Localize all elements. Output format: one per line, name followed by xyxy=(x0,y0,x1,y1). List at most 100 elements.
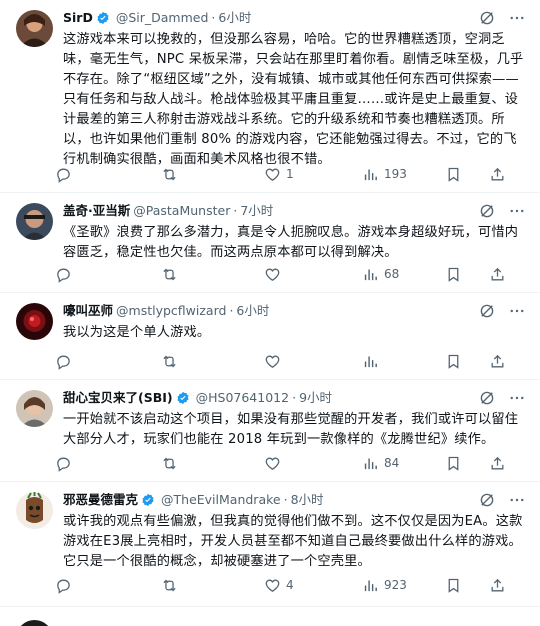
reply-icon xyxy=(57,268,70,283)
tweet[interactable]: 甜心宝贝来了(SBI) @HS07641012 · 9小时 一开始就不该启动这个… xyxy=(0,380,540,482)
author-name[interactable]: SirD xyxy=(63,9,93,27)
author-handle[interactable]: @mstlypcflwizard xyxy=(116,302,226,320)
avatar[interactable] xyxy=(16,492,53,529)
repost-icon xyxy=(163,457,176,469)
bookmark-icon xyxy=(448,267,459,282)
views-button[interactable]: 68 xyxy=(362,264,399,284)
bookmark-button[interactable] xyxy=(445,453,462,473)
views-icon xyxy=(364,458,377,469)
verified-badge-icon xyxy=(141,493,155,507)
view-count: 68 xyxy=(384,267,400,281)
reply-icon xyxy=(57,355,70,370)
bookmark-button[interactable] xyxy=(445,351,462,371)
like-count: 4 xyxy=(286,578,294,592)
repost-icon xyxy=(163,579,176,591)
tweet-text: 我以为这是个单人游戏。 xyxy=(63,325,211,340)
tweet-text: 或许我的观点有些偏激，但我真的觉得他们做不到。这不仅仅是因为EA。这款游戏在E3… xyxy=(63,514,523,569)
reply-feed: SirD @Sir_Dammed · 6小时 这游戏本来可以挽救的，但没那么容易… xyxy=(0,0,540,626)
bookmark-button[interactable] xyxy=(445,164,462,184)
author-name[interactable]: 盖奇·亚当斯 xyxy=(63,202,130,220)
share-icon xyxy=(491,456,504,469)
like-button[interactable] xyxy=(264,453,286,473)
author-handle[interactable]: @Sir_Dammed xyxy=(116,9,209,27)
repost-button[interactable] xyxy=(161,351,183,371)
repost-button[interactable] xyxy=(161,264,183,284)
heart-icon xyxy=(265,268,280,281)
grok-icon[interactable] xyxy=(478,491,496,509)
tweet[interactable]: 邪恶曼德雷克 @TheEvilMandrake · 8小时 或许我的观点有些偏激… xyxy=(0,482,540,607)
avatar[interactable] xyxy=(16,390,53,427)
grok-icon[interactable] xyxy=(478,202,496,220)
share-button[interactable] xyxy=(489,351,506,371)
views-icon xyxy=(364,580,377,591)
repost-button[interactable] xyxy=(161,575,183,595)
reply-button[interactable] xyxy=(55,453,77,473)
like-button[interactable] xyxy=(264,264,286,284)
tweet[interactable]: 嚎叫巫师 @mstlypcflwizard · 6小时 我以为这是个单人游戏。 xyxy=(0,293,540,380)
separator: · xyxy=(283,492,288,507)
views-icon xyxy=(364,356,377,367)
tweet-text: 《圣歌》浪费了那么多潜力，真是令人扼腕叹息。游戏本身超级好玩，可惜内容匮乏，稳定… xyxy=(63,225,519,260)
share-icon xyxy=(491,167,504,180)
views-button[interactable] xyxy=(362,351,384,371)
avatar[interactable] xyxy=(16,203,53,240)
views-button[interactable]: 923 xyxy=(362,575,407,595)
more-options-icon[interactable] xyxy=(508,302,526,320)
bookmark-button[interactable] xyxy=(445,575,462,595)
timestamp[interactable]: 8小时 xyxy=(291,491,324,509)
share-button[interactable] xyxy=(489,453,506,473)
reply-button[interactable] xyxy=(55,575,77,595)
like-button[interactable] xyxy=(264,351,286,371)
author-handle[interactable]: @HS07641012 xyxy=(196,389,289,407)
reply-icon xyxy=(57,457,70,472)
bookmark-button[interactable] xyxy=(445,264,462,284)
separator: · xyxy=(211,10,216,25)
views-button[interactable]: 84 xyxy=(362,453,399,473)
author-name[interactable]: 邪恶曼德雷克 xyxy=(63,491,138,509)
grok-icon[interactable] xyxy=(478,302,496,320)
views-icon xyxy=(364,169,377,180)
views-button[interactable]: 193 xyxy=(362,164,407,184)
grok-icon[interactable] xyxy=(478,9,496,27)
verified-badge-icon xyxy=(176,391,190,405)
like-button[interactable]: 4 xyxy=(264,575,294,595)
timestamp[interactable]: 9小时 xyxy=(299,389,332,407)
tweet-text: 一开始就不该启动这个项目，如果没有那些觉醒的开发者，我们或许可以留住大部分人才，… xyxy=(63,412,519,447)
more-options-icon[interactable] xyxy=(508,389,526,407)
author-name[interactable]: 嚎叫巫师 xyxy=(63,302,113,320)
tweet[interactable]: SirD @Sir_Dammed · 6小时 这游戏本来可以挽救的，但没那么容易… xyxy=(0,0,540,193)
timestamp[interactable]: 6小时 xyxy=(218,9,251,27)
grok-icon[interactable] xyxy=(478,389,496,407)
next-tweet-avatar[interactable] xyxy=(16,620,53,626)
repost-button[interactable] xyxy=(161,453,183,473)
share-button[interactable] xyxy=(489,264,506,284)
avatar[interactable] xyxy=(16,303,53,340)
author-handle[interactable]: @PastaMunster xyxy=(133,202,230,220)
more-options-icon[interactable] xyxy=(508,9,526,27)
like-button[interactable]: 1 xyxy=(264,164,294,184)
view-count: 923 xyxy=(384,578,407,592)
reply-button[interactable] xyxy=(55,264,77,284)
bookmark-icon xyxy=(448,578,459,593)
share-button[interactable] xyxy=(489,575,506,595)
timestamp[interactable]: 6小时 xyxy=(236,302,269,320)
more-options-icon[interactable] xyxy=(508,491,526,509)
repost-icon xyxy=(163,355,176,367)
view-count: 84 xyxy=(384,456,400,470)
share-icon xyxy=(491,267,504,280)
heart-icon xyxy=(265,579,280,592)
reply-button[interactable] xyxy=(55,351,77,371)
share-button[interactable] xyxy=(489,164,506,184)
avatar[interactable] xyxy=(16,10,53,47)
views-icon xyxy=(364,269,377,280)
author-name[interactable]: 甜心宝贝来了(SBI) xyxy=(63,389,173,407)
view-count: 193 xyxy=(384,167,407,181)
repost-button[interactable] xyxy=(161,164,183,184)
like-count: 1 xyxy=(286,167,294,181)
reply-button[interactable] xyxy=(55,164,77,184)
repost-icon xyxy=(163,268,176,280)
more-options-icon[interactable] xyxy=(508,202,526,220)
tweet[interactable]: 盖奇·亚当斯 @PastaMunster · 7小时 《圣歌》浪费了那么多潜力，… xyxy=(0,193,540,293)
timestamp[interactable]: 7小时 xyxy=(240,202,273,220)
author-handle[interactable]: @TheEvilMandrake xyxy=(161,491,281,509)
